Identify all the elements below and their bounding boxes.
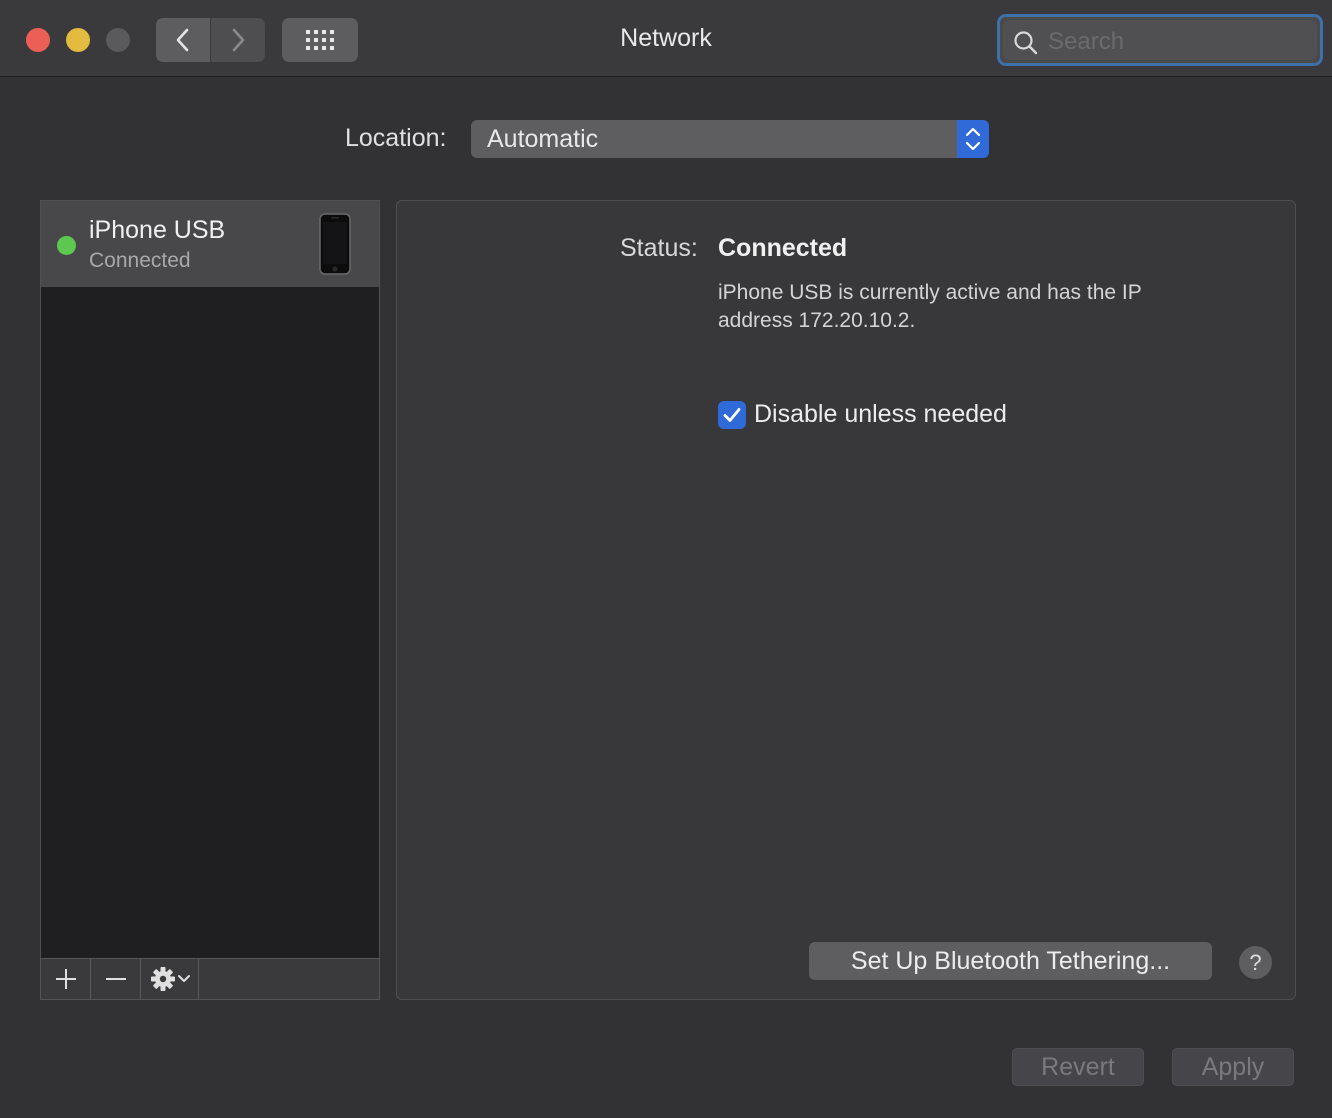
bluetooth-tethering-button[interactable]: Set Up Bluetooth Tethering...	[809, 942, 1212, 980]
search-icon	[1014, 31, 1038, 55]
search-field-inner	[1003, 20, 1317, 60]
disable-unless-needed-label[interactable]: Disable unless needed	[754, 400, 1007, 429]
location-label: Location:	[345, 124, 447, 152]
plus-icon	[55, 969, 76, 989]
title-bar: Network	[0, 0, 1332, 77]
status-indicator	[57, 236, 76, 255]
service-item-iphone-usb[interactable]: iPhone USB Connected	[41, 201, 379, 287]
popup-arrows	[957, 120, 989, 158]
checkmark-icon	[723, 408, 741, 422]
location-value: Automatic	[487, 125, 599, 153]
apply-button[interactable]: Apply	[1172, 1048, 1294, 1086]
location-popup[interactable]: Automatic	[471, 120, 989, 158]
network-preferences-window: Network Location: Automatic iPhone USB C	[0, 0, 1332, 1118]
gear-icon	[150, 967, 175, 991]
service-status: Connected	[89, 249, 191, 272]
chevron-down-icon	[177, 975, 190, 982]
status-label: Status:	[620, 234, 698, 262]
chevron-up-down-icon	[965, 127, 981, 151]
service-list: iPhone USB Connected	[40, 200, 380, 960]
iphone-icon	[319, 213, 351, 275]
status-value: Connected	[718, 234, 848, 262]
add-service-button[interactable]	[41, 959, 91, 999]
help-button[interactable]: ?	[1239, 946, 1272, 979]
action-menu-button[interactable]	[141, 959, 199, 999]
revert-button[interactable]: Revert	[1012, 1048, 1144, 1086]
remove-service-button[interactable]	[91, 959, 141, 999]
search-input[interactable]	[1046, 26, 1300, 58]
service-name: iPhone USB	[89, 216, 226, 244]
status-description: iPhone USB is currently active and has t…	[718, 281, 1142, 332]
disable-unless-needed-checkbox[interactable]	[718, 401, 746, 429]
search-field[interactable]	[997, 14, 1323, 66]
service-list-toolbar	[40, 958, 380, 1000]
minus-icon	[105, 978, 126, 980]
